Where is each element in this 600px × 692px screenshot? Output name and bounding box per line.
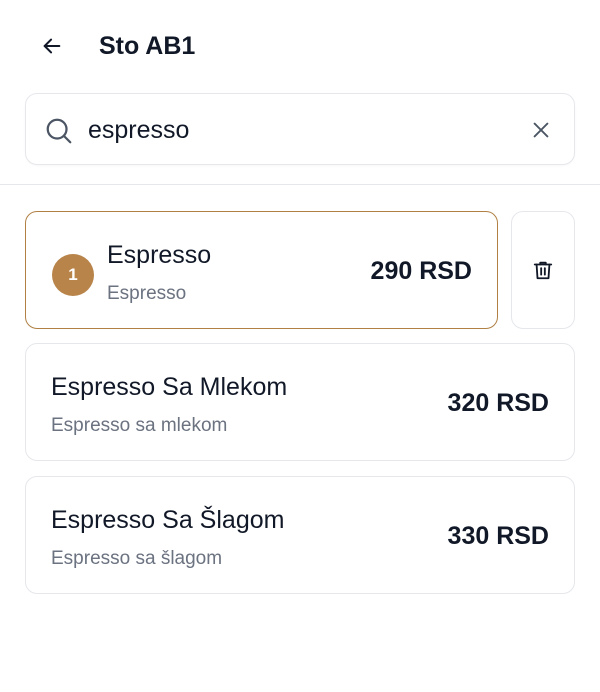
delete-item-button[interactable] (511, 211, 575, 329)
item-price: 330 RSD (447, 522, 549, 550)
close-icon (533, 122, 549, 138)
menu-item-card-espresso-sa-slagom[interactable]: Espresso Sa Šlagom Espresso sa šlagom 33… (25, 476, 575, 594)
trash-icon (533, 261, 553, 280)
item-description: Espresso (107, 283, 187, 304)
header: Sto AB1 (0, 0, 600, 92)
item-price: 320 RSD (447, 389, 549, 417)
search-input[interactable] (88, 108, 518, 152)
search-bar (25, 93, 575, 165)
item-description: Espresso sa šlagom (51, 548, 223, 569)
order-item-search-screen: Sto AB1 1 Espresso Espresso 290 RSD (0, 0, 600, 692)
item-name: Espresso Sa Šlagom (51, 506, 285, 534)
menu-item-card-espresso[interactable]: 1 Espresso Espresso 290 RSD (25, 211, 498, 329)
item-price: 290 RSD (370, 257, 472, 285)
quantity-badge: 1 (52, 254, 94, 296)
arrow-left-icon (43, 38, 61, 54)
item-name: Espresso (107, 241, 212, 269)
menu-item-card-espresso-sa-mlekom[interactable]: Espresso Sa Mlekom Espresso sa mlekom 32… (25, 343, 575, 461)
clear-search-button[interactable] (526, 115, 556, 145)
page-title: Sto AB1 (99, 32, 196, 60)
search-icon (46, 118, 72, 144)
item-name: Espresso Sa Mlekom (51, 373, 288, 401)
back-button[interactable] (34, 28, 70, 64)
item-description: Espresso sa mlekom (51, 415, 228, 436)
divider (0, 184, 600, 185)
